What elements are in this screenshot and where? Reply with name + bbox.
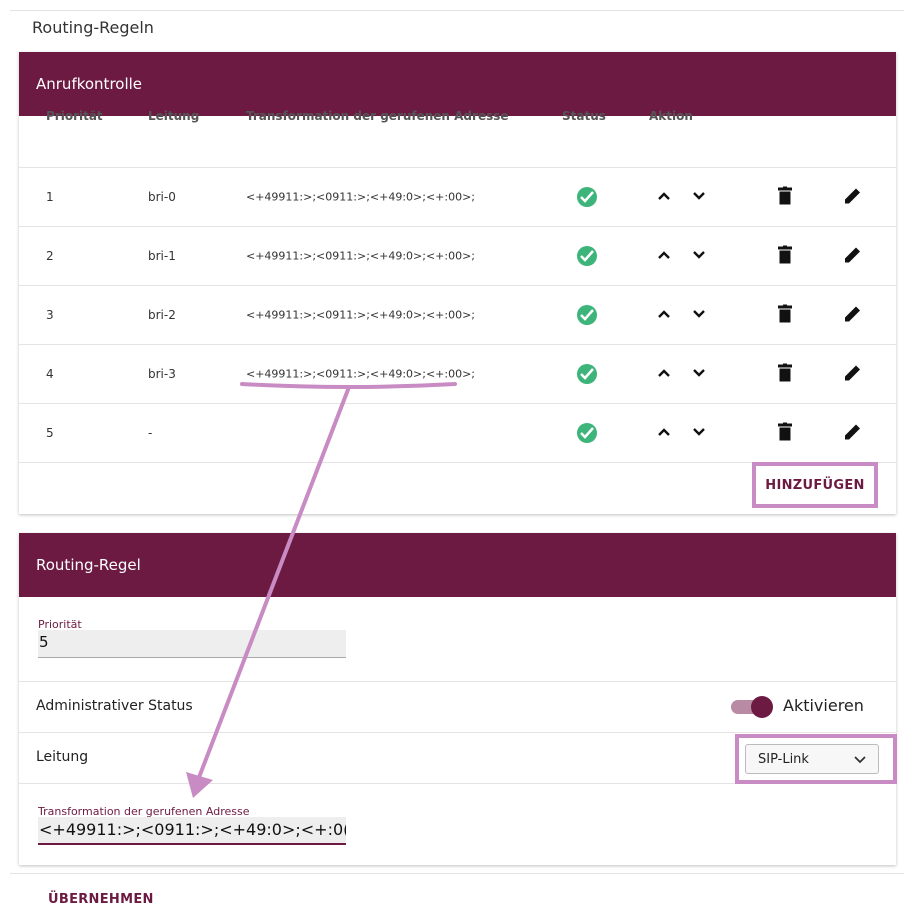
- col-action: Aktion: [649, 109, 693, 123]
- row-priority: 1: [46, 190, 54, 204]
- table-row: 2 bri-1 <+49911:>;<0911:>;<+49:0>;<+:00>…: [19, 227, 896, 286]
- page-title: Routing-Regeln: [32, 18, 154, 37]
- priority-input[interactable]: 5: [38, 630, 346, 658]
- row-priority: 3: [46, 308, 54, 322]
- move-down-icon[interactable]: [692, 308, 706, 322]
- move-up-icon[interactable]: [657, 249, 671, 263]
- delete-icon[interactable]: [778, 363, 792, 385]
- chevron-down-icon: [854, 756, 866, 764]
- apply-button[interactable]: ÜBERNEHMEN: [48, 892, 154, 907]
- move-up-icon[interactable]: [657, 190, 671, 204]
- delete-icon[interactable]: [778, 186, 792, 208]
- table-row: 5 -: [19, 404, 896, 463]
- delete-icon[interactable]: [778, 422, 792, 444]
- status-ok-icon: [577, 305, 597, 325]
- row-line: bri-0: [148, 190, 176, 204]
- row-line: bri-1: [148, 249, 176, 263]
- col-status: Status: [562, 109, 606, 123]
- status-ok-icon: [577, 364, 597, 384]
- bottom-divider: [10, 873, 904, 874]
- line-label: Leitung: [36, 749, 89, 765]
- row-line: bri-2: [148, 308, 176, 322]
- status-ok-icon: [577, 423, 597, 443]
- top-divider: [10, 10, 904, 11]
- priority-row: Priorität 5: [19, 597, 896, 682]
- table-row: 3 bri-2 <+49911:>;<0911:>;<+49:0>;<+:00>…: [19, 286, 896, 345]
- transform-row: Transformation der gerufenen Adresse <+4…: [19, 784, 896, 868]
- line-row: Leitung SIP-Link: [19, 733, 897, 784]
- add-highlight-frame: HINZUFÜGEN: [752, 462, 878, 508]
- row-priority: 5: [46, 426, 54, 440]
- edit-icon[interactable]: [844, 187, 862, 208]
- line-select-value: SIP-Link: [758, 751, 809, 767]
- edit-icon[interactable]: [844, 305, 862, 326]
- row-line: bri-3: [148, 367, 176, 381]
- row-transform: <+49911:>;<0911:>;<+49:0>;<+:00>;: [246, 249, 476, 263]
- move-up-icon[interactable]: [657, 367, 671, 381]
- table-row: 4 bri-3 <+49911:>;<0911:>;<+49:0>;<+:00>…: [19, 345, 896, 404]
- delete-icon[interactable]: [778, 245, 792, 267]
- move-down-icon[interactable]: [692, 249, 706, 263]
- col-transform: Transformation der gerufenen Adresse: [246, 109, 509, 123]
- move-down-icon[interactable]: [692, 426, 706, 440]
- row-transform: <+49911:>;<0911:>;<+49:0>;<+:00>;: [246, 190, 476, 204]
- admin-status-value: Aktivieren: [783, 696, 864, 715]
- call-control-header: Anrufkontrolle: [19, 52, 896, 116]
- row-line: -: [148, 426, 153, 440]
- line-highlight-frame: SIP-Link: [735, 734, 897, 784]
- col-line: Leitung: [148, 109, 200, 123]
- status-ok-icon: [577, 246, 597, 266]
- transform-value: <+49911:>;<0911:>;<+49:0>;<+:0(: [39, 820, 346, 839]
- table-row: 1 bri-0 <+49911:>;<0911:>;<+49:0>;<+:00>…: [19, 168, 896, 227]
- add-button[interactable]: HINZUFÜGEN: [765, 478, 864, 493]
- row-transform: <+49911:>;<0911:>;<+49:0>;<+:00>;: [246, 308, 476, 322]
- line-select[interactable]: SIP-Link: [745, 744, 879, 774]
- admin-status-row: Administrativer Status Aktivieren: [19, 682, 896, 733]
- status-ok-icon: [577, 187, 597, 207]
- toggle-knob: [751, 696, 773, 718]
- edit-icon[interactable]: [844, 364, 862, 385]
- table-header: Priorität Leitung Transformation der ger…: [19, 109, 896, 168]
- move-up-icon[interactable]: [657, 308, 671, 322]
- row-transform: <+49911:>;<0911:>;<+49:0>;<+:00>;: [246, 367, 476, 381]
- priority-value: 5: [39, 633, 49, 651]
- admin-status-toggle[interactable]: [731, 696, 773, 718]
- routing-rule-header: Routing-Regel: [19, 533, 896, 597]
- edit-icon[interactable]: [844, 246, 862, 267]
- call-control-card: Anrufkontrolle Priorität Leitung Transfo…: [19, 52, 896, 514]
- transform-input[interactable]: <+49911:>;<0911:>;<+49:0>;<+:0(: [38, 817, 346, 845]
- admin-status-label: Administrativer Status: [36, 698, 193, 714]
- routing-rule-card: Routing-Regel Priorität 5 Administrative…: [19, 533, 897, 868]
- move-up-icon[interactable]: [657, 426, 671, 440]
- move-down-icon[interactable]: [692, 190, 706, 204]
- delete-icon[interactable]: [778, 304, 792, 326]
- row-priority: 2: [46, 249, 54, 263]
- move-down-icon[interactable]: [692, 367, 706, 381]
- row-priority: 4: [46, 367, 54, 381]
- col-priority: Priorität: [46, 109, 103, 123]
- edit-icon[interactable]: [844, 423, 862, 444]
